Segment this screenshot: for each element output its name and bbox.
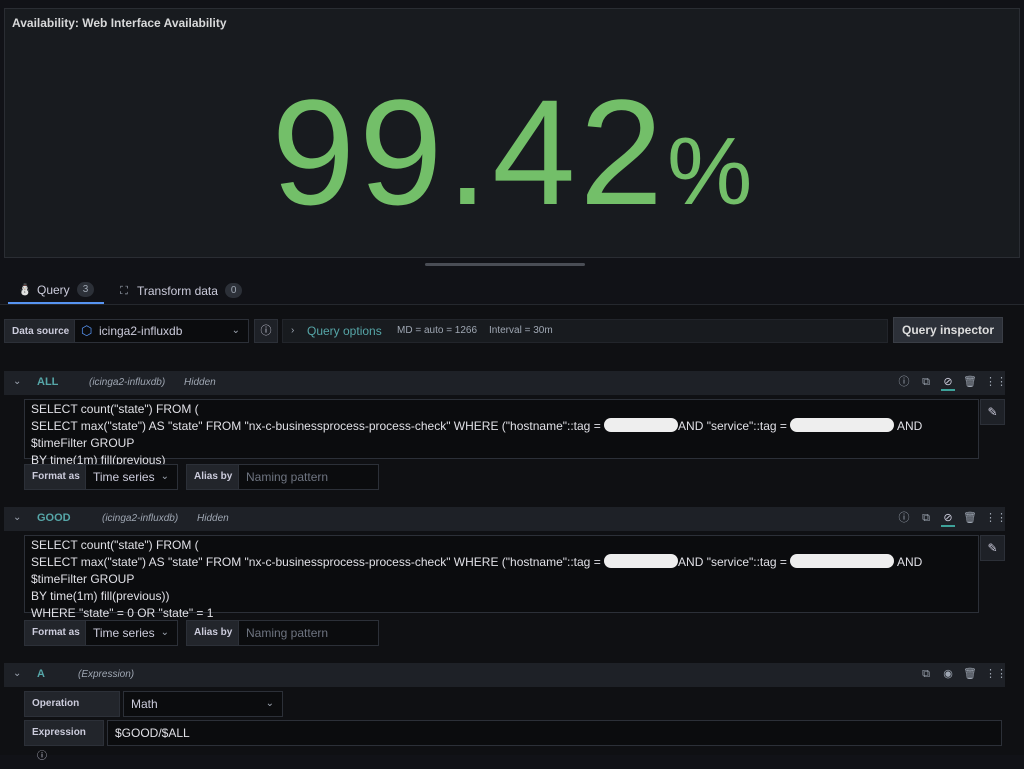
redacted-hostname	[604, 554, 679, 568]
query-name[interactable]: ALL	[37, 376, 58, 388]
collapse-icon[interactable]: ⌄	[13, 512, 21, 523]
panel-title[interactable]: Availability: Web Interface Availability	[12, 16, 227, 30]
query-options-label: Query options	[307, 324, 382, 338]
query-line: AND "service"::tag =	[678, 419, 787, 433]
pencil-icon: ✎	[987, 541, 998, 555]
influxdb-icon: ⬡	[81, 323, 93, 338]
query-actions: ⓘ ⧉ ⊘ 🗑︎ ⋮⋮	[897, 375, 1007, 391]
query-options-md: MD = auto = 1266	[397, 325, 478, 336]
datasource-label: Data source	[4, 319, 78, 343]
editor-tabs: ⛄ Query 3 ⛶ Transform data 0	[0, 277, 1024, 305]
query-line: SELECT max("state") AS "state" FROM "nx-…	[31, 419, 601, 433]
query-status: Hidden	[184, 377, 216, 388]
datasource-picker[interactable]: ⬡ icinga2-influxdb ⌄	[74, 319, 249, 343]
query-datasource: (icinga2-influxdb)	[102, 513, 179, 524]
query-name[interactable]: GOOD	[37, 512, 71, 524]
format-select[interactable]: Time series ⌄	[85, 620, 178, 646]
query-actions: ⧉ ◉ 🗑︎ ⋮⋮	[919, 667, 1007, 683]
edit-query-button[interactable]: ✎	[980, 399, 1005, 425]
query-inspector-button[interactable]: Query inspector	[893, 317, 1003, 343]
format-value: Time series	[93, 470, 155, 484]
duplicate-icon[interactable]: ⧉	[919, 511, 933, 527]
query-line: SELECT count("state") FROM (	[31, 538, 199, 552]
stat-value: 99.42%	[5, 77, 1019, 227]
redacted-service	[790, 418, 895, 432]
query-type: (Expression)	[78, 669, 135, 680]
drag-handle-icon[interactable]: ⋮⋮	[985, 511, 1007, 527]
query-line: SELECT count("state") FROM (	[31, 402, 199, 416]
tab-query-count: 3	[76, 282, 95, 297]
query-line: WHERE "state" = 0 OR "state" = 1	[31, 606, 214, 620]
collapse-icon[interactable]: ⌄	[13, 376, 21, 387]
tab-query-label: Query	[37, 282, 70, 297]
chevron-down-icon: ⌄	[160, 471, 169, 482]
query-options-interval: Interval = 30m	[489, 325, 553, 336]
query-editor: Data source ⬡ icinga2-influxdb ⌄ ⓘ › Que…	[0, 305, 1024, 762]
drag-handle-icon[interactable]: ⋮⋮	[985, 375, 1007, 391]
operation-value: Math	[131, 697, 158, 711]
chevron-down-icon: ⌄	[265, 698, 274, 709]
pencil-icon: ✎	[987, 405, 998, 419]
operation-select[interactable]: Math ⌄	[123, 691, 283, 717]
stat-number: 99.42	[271, 68, 667, 236]
query-row-header-a[interactable]: ⌄ A (Expression) ⧉ ◉ 🗑︎ ⋮⋮	[4, 663, 1007, 687]
trash-icon[interactable]: 🗑︎	[963, 375, 977, 391]
help-icon[interactable]: ⓘ	[897, 375, 911, 391]
query-line: SELECT max("state") AS "state" FROM "nx-…	[31, 555, 601, 569]
trash-icon[interactable]: 🗑︎	[963, 667, 977, 683]
trash-icon[interactable]: 🗑︎	[963, 511, 977, 527]
redacted-hostname	[604, 418, 679, 432]
chevron-down-icon: ⌄	[160, 627, 169, 638]
datasource-name: icinga2-influxdb	[99, 324, 183, 338]
eye-off-icon[interactable]: ⊘	[941, 511, 955, 527]
query-row-header-good[interactable]: ⌄ GOOD (icinga2-influxdb) Hidden ⓘ ⧉ ⊘ 🗑…	[4, 507, 1007, 531]
tab-transform-count: 0	[224, 283, 243, 298]
query-datasource: (icinga2-influxdb)	[89, 377, 166, 388]
stat-panel: Availability: Web Interface Availability…	[4, 8, 1020, 258]
redacted-service	[790, 554, 895, 568]
duplicate-icon[interactable]: ⧉	[919, 375, 933, 391]
query-status: Hidden	[197, 513, 229, 524]
datasource-help-button[interactable]: ⓘ	[254, 319, 278, 343]
format-select[interactable]: Time series ⌄	[85, 464, 178, 490]
tab-transform[interactable]: ⛶ Transform data 0	[110, 277, 250, 304]
chevron-down-icon: ⌄	[231, 325, 240, 336]
transform-icon: ⛶	[120, 284, 128, 297]
panel-resize-handle[interactable]	[425, 263, 585, 266]
tab-query[interactable]: ⛄ Query 3	[8, 277, 105, 304]
query-line: AND "service"::tag =	[678, 555, 787, 569]
chevron-right-icon: ›	[291, 325, 295, 336]
expression-label: Expression ⓘ	[24, 720, 104, 762]
format-value: Time series	[93, 626, 155, 640]
datasource-row: Data source ⬡ icinga2-influxdb ⌄ ⓘ › Que…	[4, 317, 1020, 345]
help-icon[interactable]: ⓘ	[897, 511, 911, 527]
help-icon: ⓘ	[260, 325, 272, 337]
query-row-header-all[interactable]: ⌄ ALL (icinga2-influxdb) Hidden ⓘ ⧉ ⊘ 🗑︎…	[4, 371, 1007, 395]
eye-icon[interactable]: ◉	[941, 667, 955, 683]
format-as-label: Format as	[24, 620, 88, 646]
query-options-toggle[interactable]: › Query options MD = auto = 1266 Interva…	[282, 319, 888, 343]
query-name[interactable]: A	[37, 668, 45, 680]
query-text-good[interactable]: SELECT count("state") FROM ( SELECT max(…	[24, 535, 979, 620]
format-as-label: Format as	[24, 464, 88, 490]
alias-by-label: Alias by	[186, 620, 241, 646]
tab-transform-label: Transform data	[137, 283, 218, 298]
operation-label: Operation	[24, 691, 120, 717]
info-icon[interactable]: ⓘ	[37, 751, 47, 762]
query-text-all[interactable]: SELECT count("state") FROM ( SELECT max(…	[24, 399, 979, 467]
query-actions: ⓘ ⧉ ⊘ 🗑︎ ⋮⋮	[897, 511, 1007, 527]
alias-input[interactable]: Naming pattern	[238, 464, 379, 490]
stat-unit: %	[667, 118, 753, 225]
duplicate-icon[interactable]: ⧉	[919, 667, 933, 683]
alias-input[interactable]: Naming pattern	[238, 620, 379, 646]
alias-by-label: Alias by	[186, 464, 241, 490]
drag-handle-icon[interactable]: ⋮⋮	[985, 667, 1007, 683]
eye-off-icon[interactable]: ⊘	[941, 375, 955, 391]
edit-query-button[interactable]: ✎	[980, 535, 1005, 561]
query-line: BY time(1m) fill(previous))	[31, 589, 170, 603]
expression-input[interactable]: $GOOD/$ALL	[107, 720, 1002, 746]
collapse-icon[interactable]: ⌄	[13, 668, 21, 679]
database-icon: ⛄	[18, 283, 32, 296]
expression-label-text: Expression	[32, 727, 86, 738]
